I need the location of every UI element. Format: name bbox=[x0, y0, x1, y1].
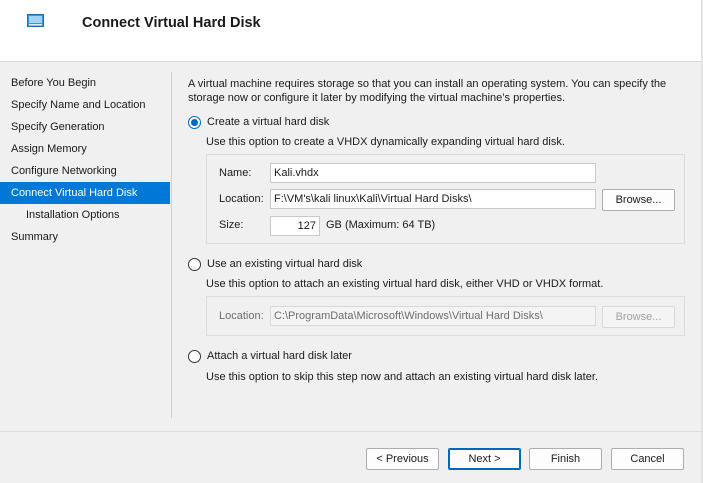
previous-button[interactable]: < Previous bbox=[366, 448, 439, 470]
attach-later-option[interactable]: Attach a virtual hard disk later bbox=[188, 348, 352, 364]
location-label: Location: bbox=[219, 193, 264, 205]
nav-item-specify-generation[interactable]: Specify Generation bbox=[0, 116, 170, 138]
location-input[interactable]: F:\VM's\kali linux\Kali\Virtual Hard Dis… bbox=[270, 189, 596, 209]
nav-item-before-you-begin[interactable]: Before You Begin bbox=[0, 72, 170, 94]
size-unit-label: GB (Maximum: 64 TB) bbox=[326, 219, 436, 231]
size-label: Size: bbox=[219, 219, 244, 231]
size-input[interactable]: 127 bbox=[270, 216, 320, 236]
attach-later-label: Attach a virtual hard disk later bbox=[207, 350, 352, 362]
wizard-nav: Before You Begin Specify Name and Locati… bbox=[0, 72, 170, 248]
create-vhd-label: Create a virtual hard disk bbox=[207, 116, 330, 128]
nav-item-installation-options[interactable]: Installation Options bbox=[0, 204, 170, 226]
existing-vhd-description: Use this option to attach an existing vi… bbox=[206, 278, 604, 290]
existing-vhd-group: Location: C:\ProgramData\Microsoft\Windo… bbox=[206, 296, 685, 336]
existing-vhd-option[interactable]: Use an existing virtual hard disk bbox=[188, 256, 362, 272]
name-label: Name: bbox=[219, 167, 252, 179]
create-vhd-description: Use this option to create a VHDX dynamic… bbox=[206, 136, 565, 148]
nav-item-summary[interactable]: Summary bbox=[0, 226, 170, 248]
next-button[interactable]: Next > bbox=[448, 448, 521, 470]
cancel-button[interactable]: Cancel bbox=[611, 448, 684, 470]
wizard-header: Connect Virtual Hard Disk bbox=[0, 0, 703, 62]
existing-location-label: Location: bbox=[219, 310, 264, 322]
existing-vhd-label: Use an existing virtual hard disk bbox=[207, 258, 363, 270]
footer-divider bbox=[0, 431, 703, 432]
browse-button[interactable]: Browse... bbox=[602, 189, 675, 211]
existing-vhd-radio[interactable] bbox=[188, 257, 201, 271]
intro-text: A virtual machine requires storage so th… bbox=[188, 78, 667, 104]
create-vhd-group: Name: Kali.vhdx Location: F:\VM's\kali l… bbox=[206, 154, 685, 244]
virtual-disk-icon bbox=[27, 14, 44, 27]
attach-later-radio[interactable] bbox=[188, 349, 201, 363]
nav-item-assign-memory[interactable]: Assign Memory bbox=[0, 138, 170, 160]
attach-later-description: Use this option to skip this step now an… bbox=[206, 371, 598, 383]
nav-item-specify-name-location[interactable]: Specify Name and Location bbox=[0, 94, 170, 116]
nav-divider bbox=[171, 72, 172, 418]
existing-location-input: C:\ProgramData\Microsoft\Windows\Virtual… bbox=[270, 306, 596, 326]
page-title: Connect Virtual Hard Disk bbox=[82, 15, 261, 31]
create-vhd-option[interactable]: Create a virtual hard disk bbox=[188, 114, 329, 130]
finish-button[interactable]: Finish bbox=[529, 448, 602, 470]
name-input[interactable]: Kali.vhdx bbox=[270, 163, 596, 183]
existing-browse-button: Browse... bbox=[602, 306, 675, 328]
nav-item-connect-virtual-hard-disk[interactable]: Connect Virtual Hard Disk bbox=[0, 182, 170, 204]
create-vhd-radio[interactable] bbox=[188, 115, 201, 129]
nav-item-configure-networking[interactable]: Configure Networking bbox=[0, 160, 170, 182]
